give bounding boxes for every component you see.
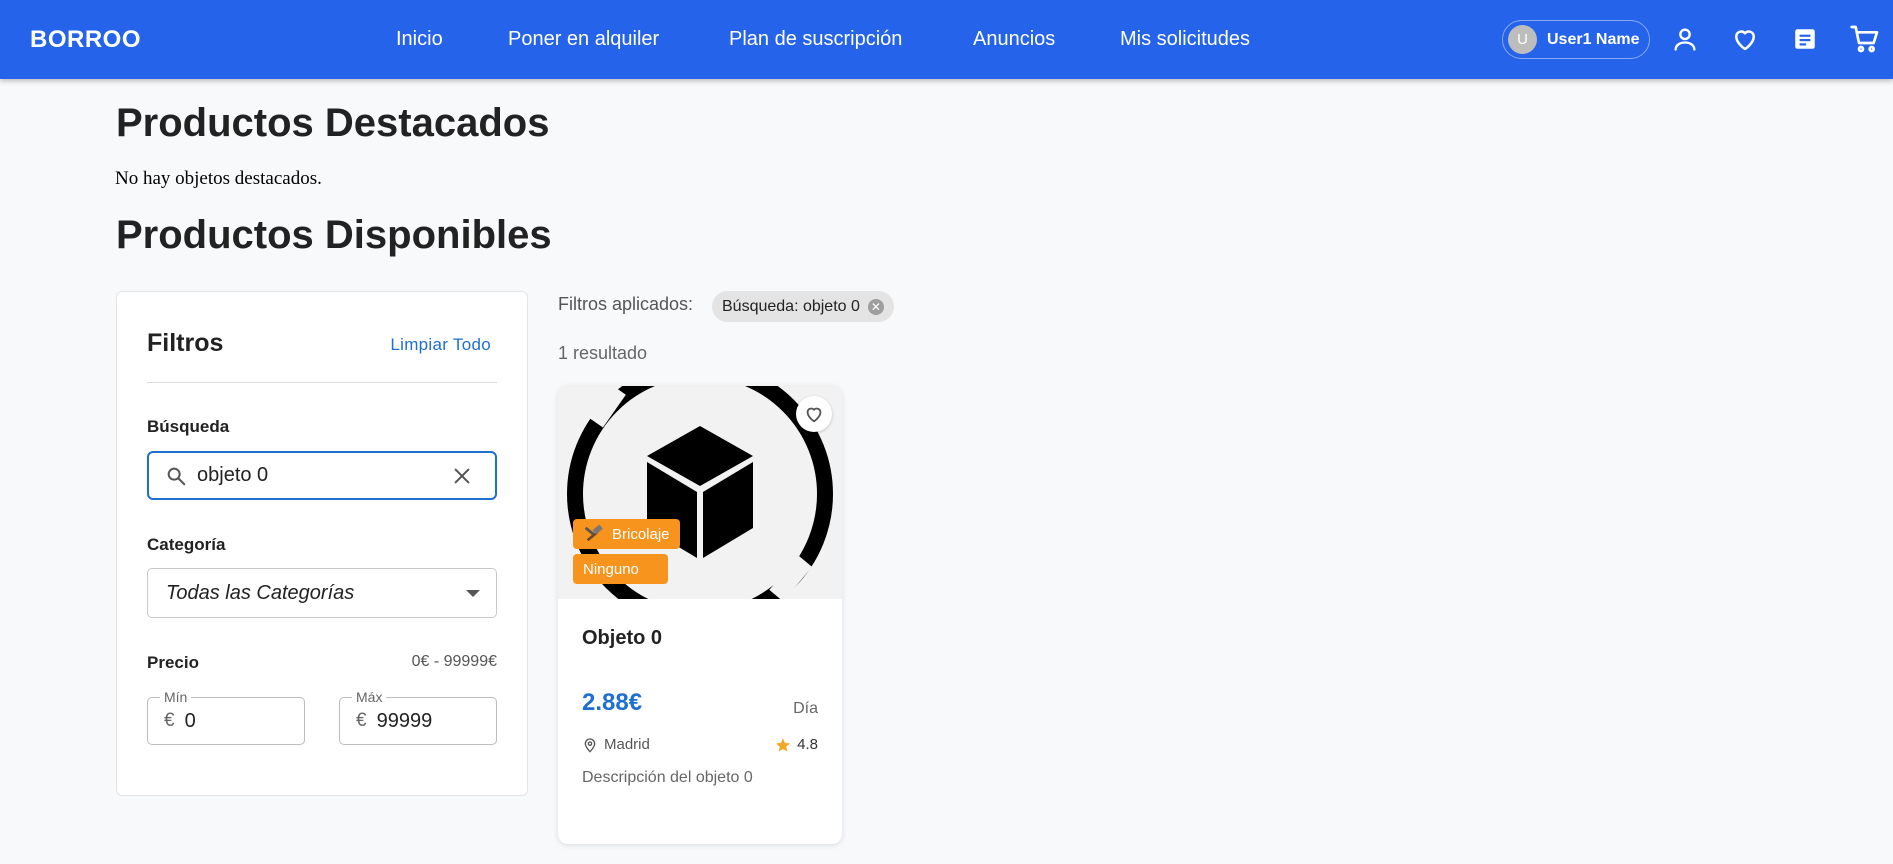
search-field[interactable]	[147, 451, 497, 500]
price-min-input[interactable]	[184, 709, 285, 733]
avatar: U	[1508, 25, 1537, 54]
clear-all-button[interactable]: Limpiar Todo	[390, 335, 491, 355]
nav-mis-solicitudes[interactable]: Mis solicitudes	[1120, 28, 1250, 51]
nav-anuncios[interactable]: Anuncios	[973, 28, 1055, 51]
favorite-button[interactable]	[796, 396, 832, 432]
price-max-legend: Máx	[352, 689, 387, 705]
category-tag: Bricolaje	[573, 519, 680, 549]
brand-logo[interactable]: BORROO	[30, 26, 141, 54]
search-input[interactable]	[197, 464, 437, 487]
user-icon[interactable]	[1668, 22, 1702, 56]
search-icon	[167, 467, 186, 485]
star-icon	[776, 737, 791, 752]
product-title: Objeto 0	[582, 627, 663, 649]
condition-tag: Ninguno	[573, 554, 668, 584]
featured-empty-message: No hay objetos destacados.	[115, 168, 322, 189]
product-card[interactable]: Bricolaje Ninguno Objeto 0 2.88€ Día Mad…	[558, 386, 842, 844]
category-label: Categoría	[147, 535, 226, 554]
price-max-field[interactable]: Máx €	[339, 689, 497, 745]
product-rating-value: 4.8	[797, 736, 818, 753]
hammer-icon	[584, 524, 603, 542]
filters-title: Filtros	[147, 329, 224, 357]
top-navbar: BORROO Inicio Poner en alquiler Plan de …	[0, 0, 1893, 79]
price-label: Precio	[147, 653, 199, 672]
filters-panel: Filtros Limpiar Todo Búsqueda Categoría …	[116, 291, 528, 796]
category-selected-value: Todas las Categorías	[166, 581, 355, 604]
heart-icon[interactable]	[1728, 22, 1762, 56]
available-heading: Productos Disponibles	[116, 213, 552, 257]
category-select[interactable]: Todas las Categorías	[147, 568, 497, 618]
price-max-input[interactable]	[376, 709, 477, 733]
search-label: Búsqueda	[147, 417, 230, 436]
close-icon[interactable]	[451, 465, 473, 487]
nav-inicio[interactable]: Inicio	[396, 28, 443, 51]
currency-symbol: €	[164, 710, 175, 731]
nav-plan-suscripcion[interactable]: Plan de suscripción	[729, 28, 902, 51]
nav-poner-en-alquiler[interactable]: Poner en alquiler	[508, 28, 659, 51]
product-location: Madrid	[582, 736, 650, 753]
price-min-field[interactable]: Mín €	[147, 689, 305, 745]
product-price: 2.88€	[582, 689, 643, 716]
product-image: Bricolaje Ninguno	[558, 386, 842, 599]
currency-symbol: €	[356, 710, 367, 731]
featured-heading: Productos Destacados	[116, 101, 550, 145]
chevron-down-icon	[466, 590, 480, 597]
price-min-legend: Mín	[160, 689, 192, 705]
divider	[147, 382, 497, 383]
results-count: 1 resultado	[558, 343, 648, 363]
product-description: Descripción del objeto 0	[582, 769, 753, 786]
product-price-unit: Día	[793, 700, 818, 717]
filter-chip-text: Búsqueda: objeto 0	[722, 297, 860, 315]
applied-filters-label: Filtros aplicados:	[558, 294, 694, 314]
price-range-text: 0€ - 99999€	[411, 653, 497, 670]
heart-icon	[806, 407, 822, 423]
document-icon[interactable]	[1788, 22, 1822, 56]
user-menu-button[interactable]: U User1 Name	[1502, 20, 1650, 59]
location-pin-icon	[584, 737, 596, 753]
cart-icon[interactable]	[1848, 22, 1882, 56]
user-name: User1 Name	[1547, 30, 1640, 48]
remove-chip-icon[interactable]: ✕	[867, 298, 884, 315]
product-location-text: Madrid	[604, 736, 650, 753]
condition-tag-label: Ninguno	[583, 560, 639, 578]
filter-chip: Búsqueda: objeto 0 ✕	[712, 291, 894, 322]
product-rating: 4.8	[775, 736, 818, 753]
category-tag-label: Bricolaje	[612, 525, 670, 543]
